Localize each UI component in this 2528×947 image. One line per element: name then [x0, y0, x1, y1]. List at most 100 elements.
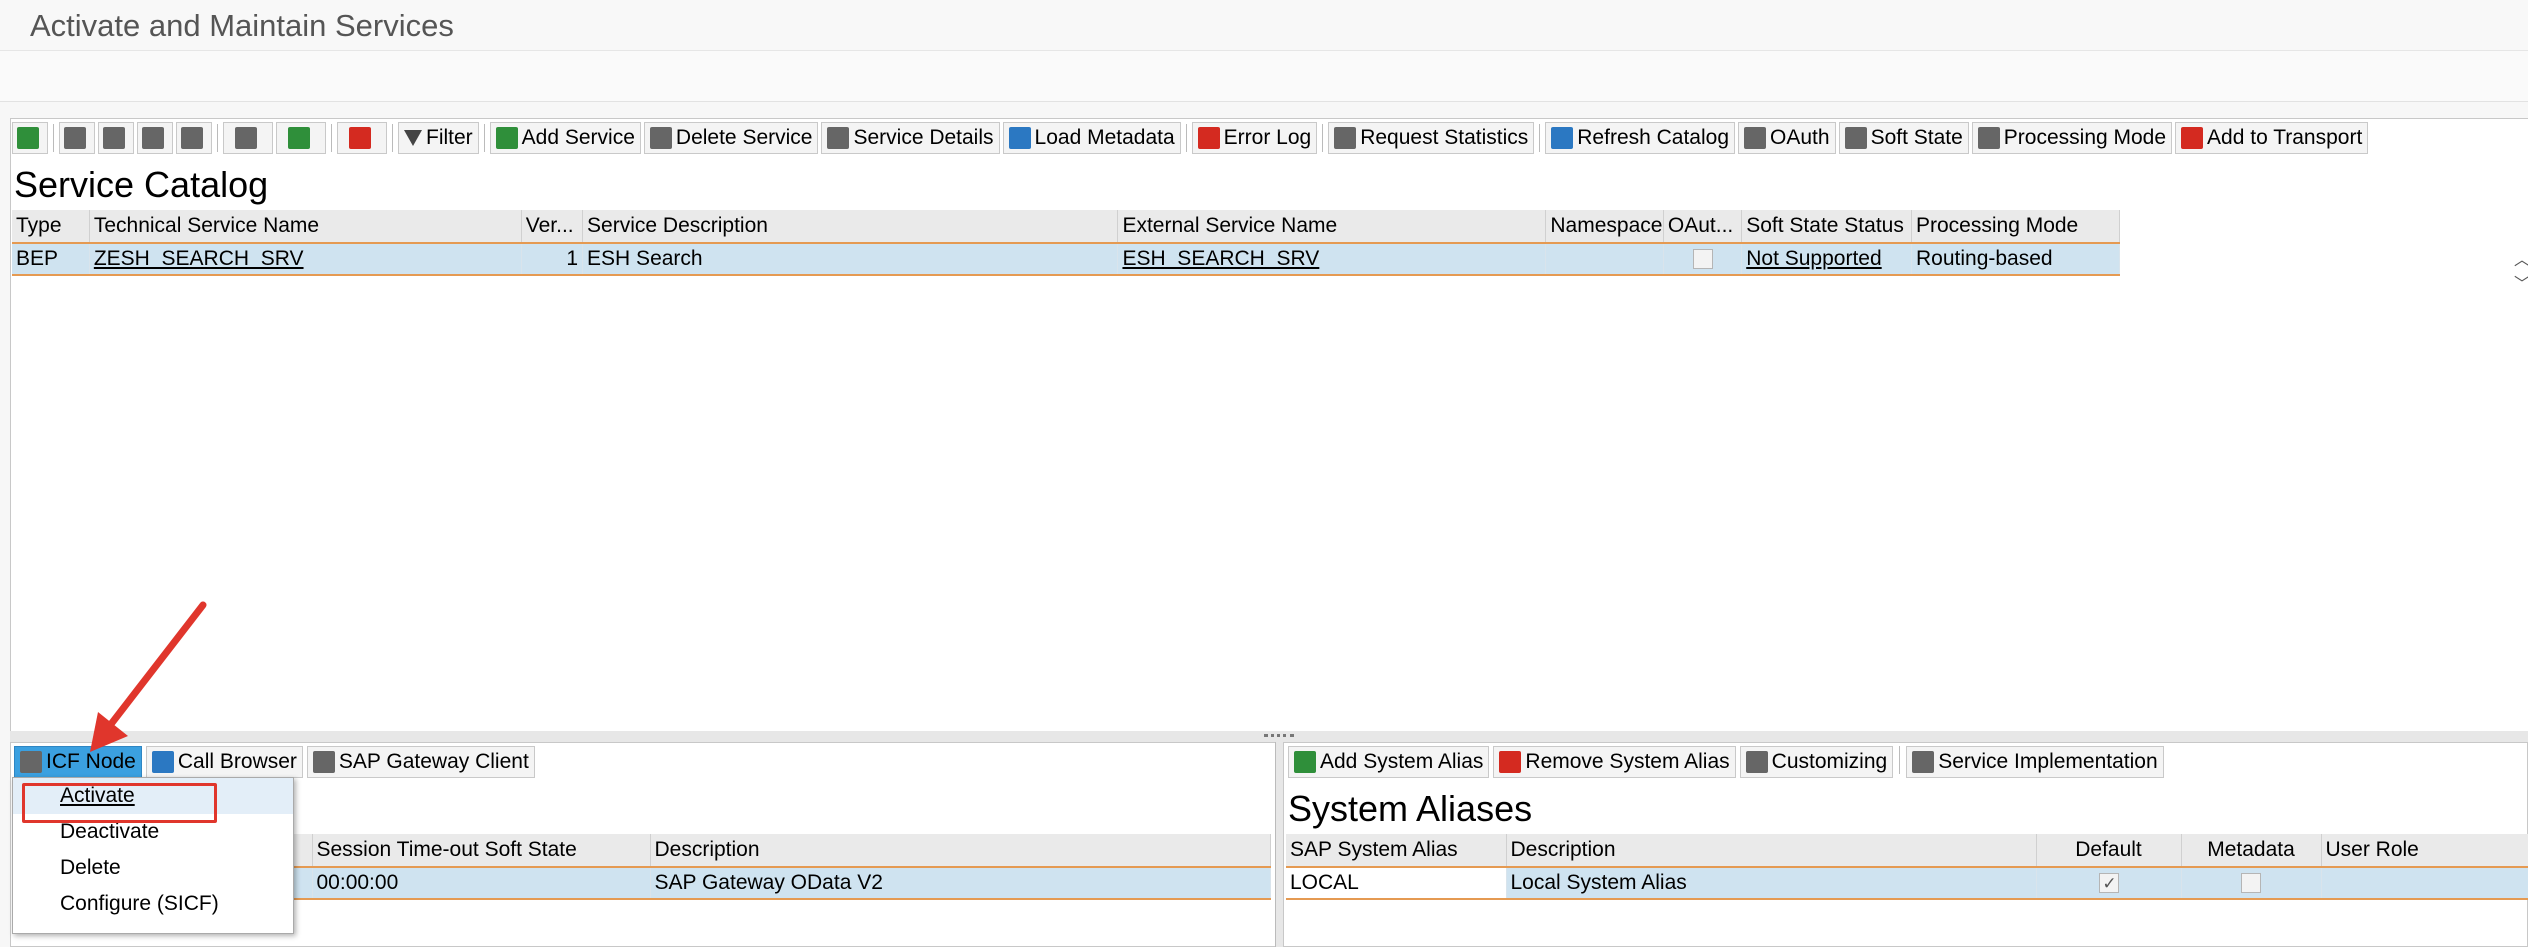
window-title: Activate and Maintain Services: [30, 8, 454, 43]
table-header-row: Type Technical Service Name Ver... Servi…: [12, 210, 2121, 244]
refresh-catalog-button[interactable]: Refresh Catalog: [1545, 122, 1736, 154]
cell-session-timeout: 00:00:00: [312, 866, 651, 900]
col-technical-service-name[interactable]: Technical Service Name: [89, 210, 522, 244]
refresh-metadata-icon: [1008, 127, 1031, 149]
sort-ascending-icon: [64, 127, 86, 149]
service-catalog-table: Type Technical Service Name Ver... Servi…: [12, 210, 2121, 276]
add-alias-icon: [1294, 751, 1316, 773]
col-type[interactable]: Type: [12, 210, 90, 244]
cell-version: 1: [521, 242, 584, 276]
table-row[interactable]: BEP ZESH_SEARCH_SRV 1 ESH Search ESH_SEA…: [12, 242, 2121, 276]
export-button[interactable]: [276, 122, 326, 154]
glasses-icon: [1912, 751, 1935, 773]
cell-soft-state-status[interactable]: Not Supported: [1741, 242, 1912, 276]
col-external-service-name[interactable]: External Service Name: [1117, 210, 1547, 244]
main-toolbar: Filter Add Service Delete Service Servic…: [12, 120, 2369, 156]
truck-icon: [2181, 127, 2204, 149]
binoculars-icon: [142, 127, 164, 149]
icf-node-menu: Activate Deactivate Delete Configure (SI…: [12, 777, 294, 934]
menu-item-configure-sicf[interactable]: Configure (SICF): [13, 886, 293, 922]
cell-default: [2036, 866, 2182, 900]
oauth-checkbox[interactable]: [1692, 249, 1713, 270]
glasses-icon: [1745, 751, 1768, 773]
trash-icon: [649, 127, 672, 149]
print-button[interactable]: [223, 122, 273, 154]
cell-icf-description: SAP Gateway OData V2: [650, 866, 1271, 900]
pencil-icon: [1977, 127, 2000, 149]
toolbar-separator: [1539, 124, 1541, 152]
toolbar-separator: [1185, 124, 1187, 152]
service-implementation-button[interactable]: Service Implementation: [1906, 746, 2164, 778]
export-icon: [288, 127, 310, 149]
find-button[interactable]: [137, 122, 173, 154]
load-metadata-button[interactable]: Load Metadata: [1002, 122, 1181, 154]
toolbar-separator: [1899, 746, 1901, 774]
col-sap-system-alias[interactable]: SAP System Alias: [1286, 834, 1507, 868]
toolbar-separator: [483, 124, 485, 152]
col-session-timeout[interactable]: Session Time-out Soft State: [312, 834, 651, 868]
toolbar-separator: [392, 124, 393, 152]
cell-technical-service-name[interactable]: ZESH_SEARCH_SRV: [89, 242, 522, 276]
cell-processing-mode: Routing-based: [1911, 242, 2121, 276]
soft-state-button[interactable]: Soft State: [1838, 122, 1969, 154]
metadata-checkbox[interactable]: [2241, 873, 2261, 894]
find-next-button[interactable]: [176, 122, 212, 154]
toolbar-separator: [53, 124, 54, 152]
remove-system-alias-button[interactable]: Remove System Alias: [1493, 746, 1736, 778]
menu-item-delete[interactable]: Delete: [13, 850, 293, 886]
details-icon: [827, 127, 850, 149]
col-default[interactable]: Default: [2036, 834, 2182, 868]
processing-mode-button[interactable]: Processing Mode: [1971, 122, 2173, 154]
oauth-button[interactable]: OAuth: [1738, 122, 1836, 154]
error-log-icon: [1197, 127, 1220, 149]
add-system-alias-button[interactable]: Add System Alias: [1288, 746, 1490, 778]
sort-descending-button[interactable]: [98, 122, 134, 154]
scroll-down-icon[interactable]: ﹀: [2514, 270, 2528, 294]
col-namespace[interactable]: Namespace: [1545, 210, 1664, 244]
sort-ascending-button[interactable]: [59, 122, 95, 154]
col-version[interactable]: Ver...: [521, 210, 584, 244]
system-aliases-title: System Aliases: [1288, 788, 1533, 829]
service-details-button[interactable]: Service Details: [821, 122, 1000, 154]
filter-icon: [404, 130, 422, 146]
change-layout-button[interactable]: [337, 122, 387, 154]
col-user-role[interactable]: User Role: [2321, 834, 2528, 868]
col-soft-state-status[interactable]: Soft State Status: [1741, 210, 1912, 244]
col-oauth[interactable]: OAut...: [1663, 210, 1743, 244]
binoculars-plus-icon: [181, 127, 203, 149]
call-browser-button[interactable]: Call Browser: [145, 746, 303, 778]
add-service-icon: [495, 127, 518, 149]
splitter-grip[interactable]: [1264, 734, 1294, 741]
toolbar-separator: [1322, 124, 1324, 152]
gateway-client-icon: [312, 751, 335, 773]
catalog-vertical-scrollbar[interactable]: ︿ ﹀: [2514, 246, 2528, 726]
col-processing-mode[interactable]: Processing Mode: [1911, 210, 2121, 244]
filter-button[interactable]: Filter: [398, 122, 479, 154]
service-catalog-title: Service Catalog: [14, 164, 269, 205]
col-service-description[interactable]: Service Description: [582, 210, 1119, 244]
delete-service-button[interactable]: Delete Service: [643, 122, 819, 154]
col-alias-description[interactable]: Description: [1506, 834, 2037, 868]
col-icf-description[interactable]: Description: [650, 834, 1271, 868]
system-aliases-table: SAP System Alias Description Default Met…: [1286, 834, 2528, 900]
select-layout-button[interactable]: [12, 122, 48, 154]
cell-oauth: [1663, 242, 1743, 276]
default-checkbox[interactable]: [2098, 873, 2119, 894]
soft-state-icon: [1844, 127, 1867, 149]
icf-node-button[interactable]: ICF Node: [14, 746, 142, 778]
cell-namespace: [1545, 242, 1664, 276]
customizing-button[interactable]: Customizing: [1739, 746, 1894, 778]
request-statistics-button[interactable]: Request Statistics: [1328, 122, 1535, 154]
cell-sap-system-alias[interactable]: LOCAL: [1286, 866, 1507, 900]
scroll-up-icon[interactable]: ︿: [2514, 246, 2528, 270]
cell-external-service-name[interactable]: ESH_SEARCH_SRV: [1117, 242, 1547, 276]
col-metadata[interactable]: Metadata: [2181, 834, 2322, 868]
add-service-button[interactable]: Add Service: [489, 122, 641, 154]
system-alias-toolbar: Add System Alias Remove System Alias Cus…: [1288, 746, 2164, 778]
layout-icon: [17, 127, 39, 149]
error-log-button[interactable]: Error Log: [1191, 122, 1318, 154]
refresh-icon: [1551, 127, 1574, 149]
gateway-client-button[interactable]: SAP Gateway Client: [306, 746, 535, 778]
table-row[interactable]: LOCAL Local System Alias: [1286, 866, 2528, 900]
add-to-transport-button[interactable]: Add to Transport: [2175, 122, 2369, 154]
